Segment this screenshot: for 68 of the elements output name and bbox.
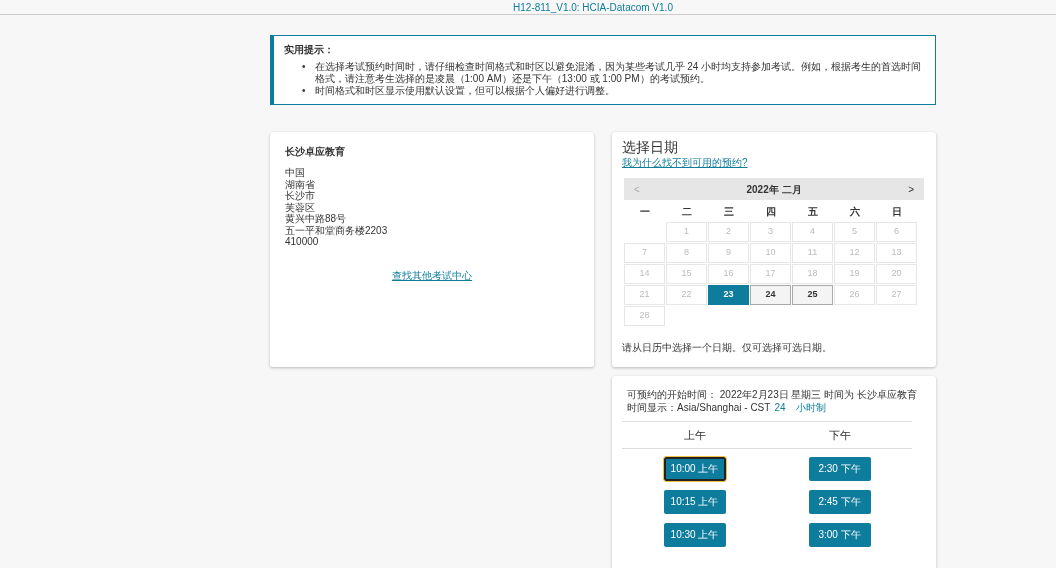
address-line: 长沙市 — [285, 190, 316, 202]
column-header: 上午 — [683, 429, 706, 441]
time-slot-button[interactable]: 2:45 下午 — [808, 490, 871, 514]
calendar-day[interactable]: 6 — [876, 222, 917, 242]
weekday-label: 二 — [680, 205, 693, 219]
address-line: 湖南省 — [285, 178, 316, 190]
page-title: H12-811_V1.0: HCIA-Datacom V1.0 — [513, 1, 673, 13]
column-header: 下午 — [828, 429, 851, 441]
calendar-day[interactable]: 9 — [708, 243, 749, 263]
prev-month-button[interactable]: < — [634, 181, 640, 197]
address-line: 黄兴中路88号 — [285, 213, 348, 225]
calendar-day[interactable]: 22 — [666, 285, 707, 305]
calendar-day[interactable]: 4 — [792, 222, 833, 242]
time-slot-button[interactable]: 10:30 上午 — [663, 523, 726, 547]
time-slot-button[interactable]: 10:00 上午 — [663, 457, 726, 481]
find-other-centers-link[interactable]: 查找其他考试中心 — [392, 269, 472, 281]
weekday-label: 五 — [806, 205, 819, 219]
weekday-label: 一 — [638, 205, 651, 219]
calendar-day[interactable]: 20 — [876, 264, 917, 284]
calendar-day[interactable]: 13 — [876, 243, 917, 263]
time-format-label: 小时制 — [795, 401, 826, 414]
notice-item: 在选择考试预约时间时，请仔细检查时间格式和时区以避免混淆，因为某些考试几乎 24 小时均支持参加考试。例如，根据考生的首选时间格式，请注意考生选择的是凌晨（1:00 AM）还是下午（13:00 或 1:00 PM）的考试预约。 — [314, 61, 923, 85]
time-slot-button[interactable]: 2:30 下午 — [808, 457, 871, 481]
notice-item: 时间格式和时区显示使用默认设置，但可以根据个人偏好进行调整。 — [314, 85, 615, 97]
calendar-hint: 请从日历中选择一个日期。仅可选择可选日期。 — [622, 341, 833, 355]
time-slot-button[interactable]: 10:15 上午 — [663, 490, 726, 514]
calendar-day[interactable]: 11 — [792, 243, 833, 263]
calendar-day[interactable]: 18 — [792, 264, 833, 284]
address-line: 410000 — [285, 236, 320, 248]
notice-heading: 实用提示： — [284, 43, 335, 57]
calendar-day[interactable]: 15 — [666, 264, 707, 284]
calendar-day[interactable]: 16 — [708, 264, 749, 284]
month-label: 2022年 二月 — [746, 182, 802, 197]
weekday-label: 六 — [848, 205, 861, 219]
date-picker-title: 选择日期 — [622, 139, 679, 155]
calendar-day[interactable]: 5 — [834, 222, 875, 242]
help-link[interactable]: 我为什么找不到可用的预约? — [622, 157, 748, 168]
address-line: 中国 — [285, 167, 306, 179]
next-month-button[interactable]: > — [908, 181, 914, 197]
calendar-day[interactable]: 8 — [666, 243, 707, 263]
weekday-label: 日 — [890, 205, 903, 219]
calendar-day[interactable]: 27 — [876, 285, 917, 305]
calendar-day[interactable]: 23 — [708, 285, 749, 305]
calendar-day[interactable]: 7 — [624, 243, 665, 263]
time-slot-button[interactable]: 3:00 下午 — [808, 523, 871, 547]
weekday-label: 四 — [764, 205, 777, 219]
calendar-day[interactable]: 19 — [834, 264, 875, 284]
calendar-day[interactable]: 25 — [792, 285, 833, 305]
bullet: • — [302, 85, 306, 97]
calendar-day[interactable]: 2 — [708, 222, 749, 242]
availability-summary: 可预约的开始时间： 2022年2月23日 星期三 时间为 长沙卓应教育 — [627, 388, 919, 401]
calendar-day[interactable]: 17 — [750, 264, 791, 284]
calendar-day[interactable]: 14 — [624, 264, 665, 284]
address-line: 五一平和堂商务楼2203 — [285, 224, 389, 236]
calendar-day[interactable]: 26 — [834, 285, 875, 305]
calendar-day[interactable]: 24 — [750, 285, 791, 305]
calendar-day[interactable]: 10 — [750, 243, 791, 263]
weekday-label: 三 — [722, 205, 735, 219]
calendar-day[interactable]: 12 — [834, 243, 875, 263]
address-line: 芙蓉区 — [285, 201, 316, 213]
timezone-label: 时间显示：Asia/Shanghai - CST — [627, 401, 771, 414]
calendar-day[interactable]: 21 — [624, 285, 665, 305]
calendar-day[interactable]: 1 — [666, 222, 707, 242]
test-center-name: 长沙卓应教育 — [285, 145, 346, 159]
calendar-day[interactable]: 3 — [750, 222, 791, 242]
bullet: • — [302, 61, 306, 74]
calendar-day[interactable]: 28 — [624, 306, 665, 326]
time-format-toggle[interactable]: 24 — [774, 401, 786, 414]
